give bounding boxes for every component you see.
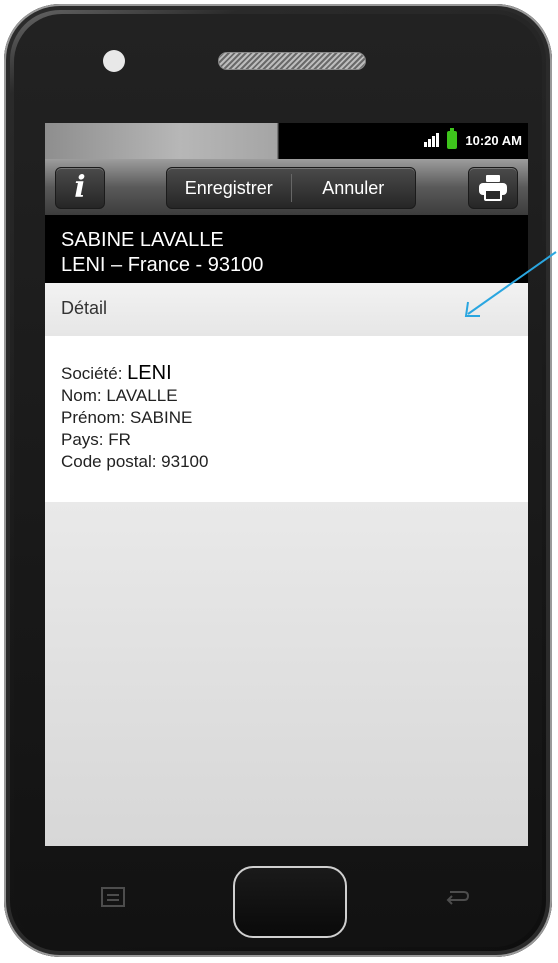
- app-toolbar: i Enregistrer Annuler: [45, 159, 528, 215]
- cancel-button[interactable]: Annuler: [292, 168, 416, 208]
- postal-code-row: Code postal: 93100: [61, 452, 209, 471]
- menu-icon[interactable]: [101, 886, 125, 913]
- info-button[interactable]: i: [55, 167, 105, 209]
- detail-section-header[interactable]: Détail: [45, 283, 528, 336]
- contact-location: LENI – France - 93100: [61, 254, 264, 276]
- save-button[interactable]: Enregistrer: [167, 168, 291, 208]
- camera-icon: [103, 50, 125, 72]
- company-row: Société: LENI: [61, 362, 528, 385]
- empty-content-area: [45, 502, 528, 846]
- info-icon: i: [74, 170, 86, 205]
- speaker-grille-icon: [218, 52, 366, 70]
- country-row: Pays: FR: [61, 430, 131, 449]
- home-button[interactable]: [233, 866, 347, 938]
- status-right: 10:20 AM: [424, 128, 522, 149]
- contact-header: SABINE LAVALLE LENI – France - 93100: [45, 215, 528, 283]
- action-segment: Enregistrer Annuler: [166, 167, 416, 209]
- detail-card: Société: LENI Nom: LAVALLE Prénom: SABIN…: [45, 336, 528, 502]
- status-bar: 10:20 AM: [45, 123, 528, 159]
- name-row: Nom: LAVALLE: [61, 386, 178, 405]
- printer-icon: [479, 175, 507, 201]
- print-button[interactable]: [468, 167, 518, 209]
- status-time: 10:20 AM: [465, 132, 522, 148]
- battery-icon: [447, 128, 458, 149]
- firstname-row: Prénom: SABINE: [61, 408, 193, 427]
- detail-title: Détail: [61, 298, 108, 318]
- app-screen: 10:20 AM i Enregistrer Annuler SABINE LA…: [45, 123, 528, 846]
- back-icon[interactable]: [444, 888, 470, 913]
- company-value: LENI: [127, 362, 172, 384]
- company-label: Société:: [61, 364, 123, 383]
- annotation-arrow-icon: [464, 251, 557, 317]
- contact-name: SABINE LAVALLE: [61, 229, 224, 251]
- signal-icon: [424, 133, 440, 147]
